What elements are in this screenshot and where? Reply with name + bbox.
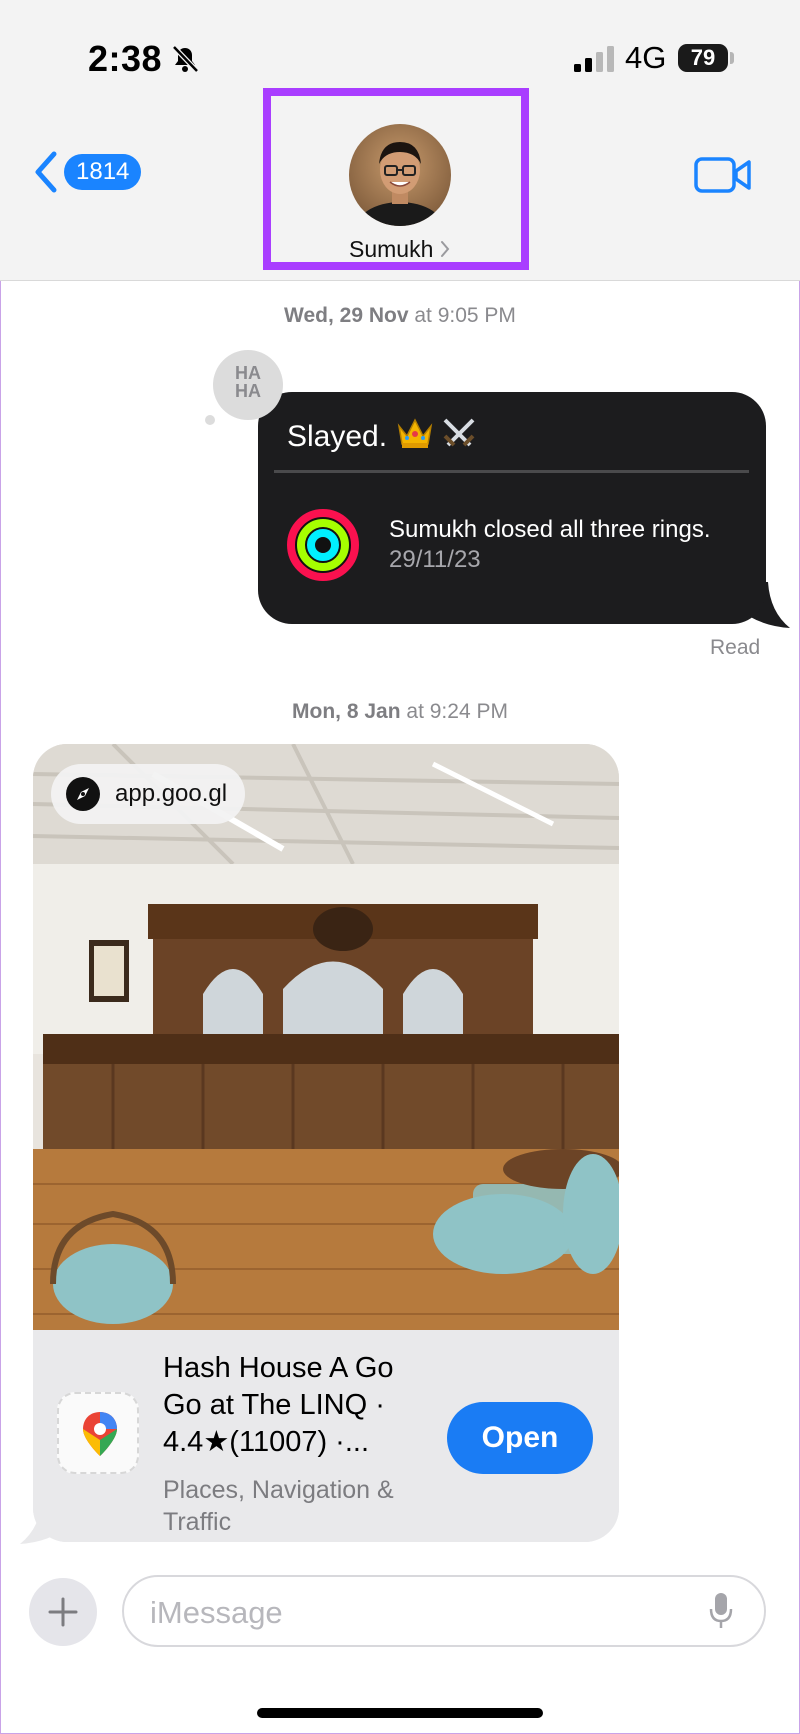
network-type: 4G (625, 40, 667, 75)
apps-plus-button[interactable] (29, 1578, 97, 1646)
activity-rings-icon (287, 509, 359, 581)
activity-date: 29/11/23 (389, 546, 481, 573)
read-receipt: Read (710, 636, 761, 659)
place-category: Places, Navigation & Traffic (163, 1476, 394, 1536)
google-maps-icon (83, 1412, 117, 1456)
battery-cap (730, 52, 734, 64)
unread-count-badge: 1814 (64, 154, 142, 190)
imessage-input[interactable]: iMessage (122, 1575, 766, 1647)
battery-level: 79 (690, 45, 716, 70)
chevron-right-icon (441, 241, 450, 257)
crossed-swords-emoji-icon (443, 418, 475, 447)
silent-bell-icon (172, 45, 199, 73)
app-icon (57, 1392, 139, 1474)
chevron-left-icon (35, 151, 57, 193)
link-domain: app.goo.gl (115, 780, 228, 807)
bubble-divider (274, 470, 749, 473)
timestamp-day: Mon, 8 Jan (292, 700, 401, 723)
timestamp-1: Wed, 29 Nov at 9:05 PM (0, 304, 800, 328)
contact-name[interactable]: Sumukh (349, 236, 433, 263)
tapback-haha-icon: HA HA (235, 363, 261, 401)
home-indicator[interactable] (257, 1708, 543, 1718)
link-info: Hash House A Go Go at The LINQ · 4.4★(11… (33, 1330, 619, 1542)
timestamp-time: at 9:24 PM (406, 700, 508, 723)
open-button[interactable]: Open (447, 1402, 593, 1474)
place-photo[interactable] (33, 744, 619, 1330)
timestamp-time: at 9:05 PM (414, 304, 516, 327)
input-placeholder: iMessage (150, 1595, 283, 1630)
cellular-signal-icon (574, 46, 614, 72)
status-time: 2:38 (88, 38, 163, 79)
link-domain-chip[interactable]: app.goo.gl (51, 764, 246, 824)
message-text: Slayed. (287, 420, 388, 453)
place-title: Hash House A Go Go at The LINQ · 4.4★(11… (163, 1352, 394, 1458)
back-button[interactable]: 1814 (32, 150, 142, 194)
timestamp-2: Mon, 8 Jan at 9:24 PM (0, 700, 800, 724)
conversation-header: 2:38 4G 79 1814 Sumukh (0, 0, 800, 281)
plus-icon (48, 1597, 78, 1627)
microphone-icon[interactable] (708, 1591, 734, 1631)
battery-icon: 79 (678, 44, 728, 72)
facetime-video-icon[interactable] (694, 156, 752, 194)
compass-icon (66, 777, 100, 811)
timestamp-day: Wed, 29 Nov (284, 304, 409, 327)
crown-emoji-icon (397, 418, 433, 448)
link-preview-bubble[interactable]: app.goo.gl Hash House A Go Go at The LIN… (33, 744, 619, 1542)
activity-title: Sumukh closed all three rings. (389, 516, 711, 543)
message-emojis (396, 416, 478, 450)
contact-avatar[interactable] (349, 124, 451, 226)
tapback-tail-dot (205, 415, 215, 425)
